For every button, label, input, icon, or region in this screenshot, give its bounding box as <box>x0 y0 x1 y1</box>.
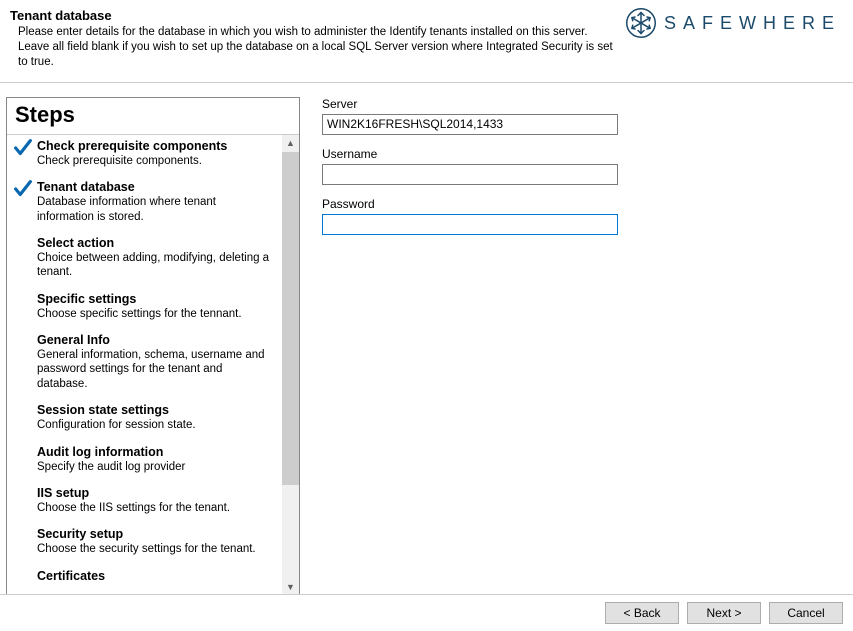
steps-heading: Steps <box>7 98 299 135</box>
server-label: Server <box>322 97 837 111</box>
brand-name: SAFEWHERE <box>664 13 841 34</box>
step-title: Audit log information <box>37 445 276 459</box>
page-description: Please enter details for the database in… <box>18 25 620 70</box>
steps-scroll-area: Check prerequisite componentsCheck prere… <box>7 135 299 596</box>
step-title: IIS setup <box>37 486 276 500</box>
back-button[interactable]: < Back <box>605 602 679 624</box>
password-input[interactable] <box>322 214 618 235</box>
step-desc: Check prerequisite components. <box>37 154 276 168</box>
form-panel: Server Username Password <box>300 97 853 603</box>
username-input[interactable] <box>322 164 618 185</box>
step-title: Specific settings <box>37 292 276 306</box>
step-desc: Choice between adding, modifying, deleti… <box>37 251 276 280</box>
step-title: Session state settings <box>37 403 276 417</box>
step-item: Select actionChoice between adding, modi… <box>15 236 276 280</box>
header: Tenant database Please enter details for… <box>0 0 853 83</box>
step-item: Check prerequisite componentsCheck prere… <box>15 139 276 168</box>
server-input[interactable] <box>322 114 618 135</box>
step-desc: Choose the IIS settings for the tenant. <box>37 501 276 515</box>
step-title: Tenant database <box>37 180 276 194</box>
scroll-up-arrow-icon[interactable]: ▲ <box>282 135 299 152</box>
server-row: Server <box>322 97 837 135</box>
step-desc: Database information where tenant inform… <box>37 195 276 224</box>
steps-list: Check prerequisite componentsCheck prere… <box>7 135 282 596</box>
step-item: General InfoGeneral information, schema,… <box>15 333 276 391</box>
step-item: Session state settingsConfiguration for … <box>15 403 276 432</box>
step-item: Tenant databaseDatabase information wher… <box>15 180 276 224</box>
step-title: General Info <box>37 333 276 347</box>
scrollbar[interactable]: ▲ ▼ <box>282 135 299 596</box>
steps-panel: Steps Check prerequisite componentsCheck… <box>6 97 300 597</box>
password-label: Password <box>322 197 837 211</box>
cancel-button[interactable]: Cancel <box>769 602 843 624</box>
scroll-track[interactable] <box>282 152 299 579</box>
step-desc: General information, schema, username an… <box>37 348 276 391</box>
step-desc: Choose the security settings for the ten… <box>37 542 276 556</box>
password-row: Password <box>322 197 837 235</box>
step-desc: Choose specific settings for the tennant… <box>37 307 276 321</box>
footer: < Back Next > Cancel <box>0 594 853 631</box>
page-title: Tenant database <box>10 8 620 23</box>
step-title: Certificates <box>37 569 276 583</box>
snowflake-icon <box>626 8 656 38</box>
step-item: Security setupChoose the security settin… <box>15 527 276 556</box>
step-item: Specific settingsChoose specific setting… <box>15 292 276 321</box>
step-item: IIS setupChoose the IIS settings for the… <box>15 486 276 515</box>
step-title: Check prerequisite components <box>37 139 276 153</box>
scroll-thumb[interactable] <box>282 152 299 485</box>
checkmark-icon <box>12 137 34 159</box>
step-desc: Configuration for session state. <box>37 418 276 432</box>
username-row: Username <box>322 147 837 185</box>
step-title: Select action <box>37 236 276 250</box>
username-label: Username <box>322 147 837 161</box>
checkmark-icon <box>12 178 34 200</box>
header-text: Tenant database Please enter details for… <box>10 8 620 70</box>
step-title: Security setup <box>37 527 276 541</box>
main-content: Steps Check prerequisite componentsCheck… <box>0 83 853 603</box>
step-item: Audit log informationSpecify the audit l… <box>15 445 276 474</box>
step-item: Certificates <box>15 569 276 583</box>
brand-logo: SAFEWHERE <box>626 8 841 38</box>
step-desc: Specify the audit log provider <box>37 460 276 474</box>
next-button[interactable]: Next > <box>687 602 761 624</box>
